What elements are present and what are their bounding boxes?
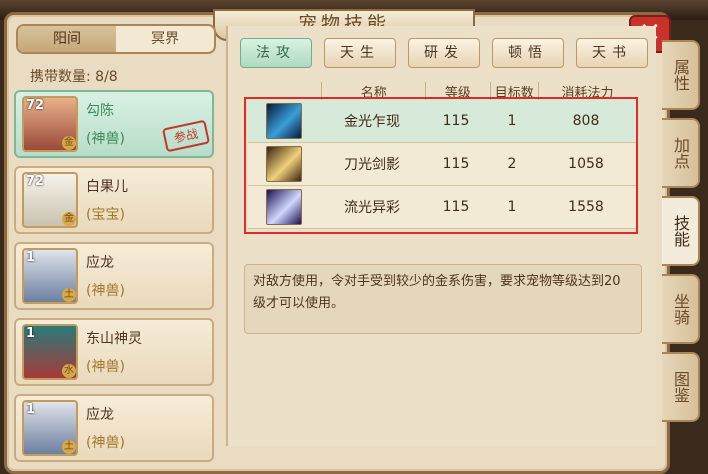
pet-name: 白果儿 <box>86 179 128 195</box>
side-tab-points[interactable]: 加点 <box>662 118 700 188</box>
element-badge: 金 <box>62 212 76 226</box>
pet-avatar: 72 金 <box>22 172 78 228</box>
skill-cost: 1558 <box>568 199 604 215</box>
pet-name: 东山神灵 <box>86 331 142 347</box>
pet-level: 72 <box>26 174 45 189</box>
pet-type: (宝宝) <box>86 207 125 223</box>
skill-tabs: 法攻 天生 研发 顿悟 天书 <box>240 38 648 68</box>
pet-name: 应龙 <box>86 255 114 271</box>
skill-targets: 2 <box>507 156 517 172</box>
element-badge: 水 <box>62 364 76 378</box>
tab-yanfa[interactable]: 研发 <box>408 38 480 68</box>
pet-item-3[interactable]: 1 土 应龙 (神兽) <box>14 242 214 310</box>
skill-level: 115 <box>442 113 470 129</box>
pet-level: 1 <box>26 402 36 417</box>
pet-item-5[interactable]: 1 土 应龙 (神兽) <box>14 394 214 462</box>
skill-row[interactable]: 金光乍现 115 1 808 <box>248 100 636 143</box>
pet-level: 72 <box>26 98 45 113</box>
pet-avatar: 1 土 <box>22 248 78 304</box>
header-level: 等级 <box>425 82 489 101</box>
flowing-light-icon <box>266 189 302 225</box>
skill-list: 金光乍现 115 1 808 刀光剑影 115 2 1058 流光异彩 115 … <box>248 100 636 229</box>
carry-label: 携带数量: <box>30 69 91 85</box>
pet-level: 1 <box>26 250 36 265</box>
pet-type: (神兽) <box>86 359 125 375</box>
skill-row[interactable]: 流光异彩 115 1 1558 <box>248 186 636 229</box>
realm-tabs: 阳间 冥界 <box>16 24 216 54</box>
pet-type: (神兽) <box>86 435 125 451</box>
skill-table-header: 名称 等级 目标数 消耗法力 <box>250 82 636 101</box>
skill-description: 对敌方使用，令对手受到较少的金系伤害，要求宠物等级达到20级才可以使用。 <box>244 264 642 334</box>
skill-name: 刀光剑影 <box>344 157 400 173</box>
skill-name: 金光乍现 <box>344 114 400 130</box>
tab-tiansheng[interactable]: 天生 <box>324 38 396 68</box>
tab-dunwu[interactable]: 顿悟 <box>492 38 564 68</box>
pet-name: 勾陈 <box>86 103 114 119</box>
skill-row[interactable]: 刀光剑影 115 2 1058 <box>248 143 636 186</box>
pet-item-1[interactable]: 72 金 勾陈 (神兽) 参战 <box>14 90 214 158</box>
pet-item-2[interactable]: 72 金 白果儿 (宝宝) <box>14 166 214 234</box>
side-tabs: 属性 加点 技能 坐骑 图鉴 <box>662 40 702 430</box>
skill-cost: 808 <box>572 113 600 129</box>
tab-tianshu[interactable]: 天书 <box>576 38 648 68</box>
blade-shadow-icon <box>266 146 302 182</box>
side-tab-mount[interactable]: 坐骑 <box>662 274 700 344</box>
pet-type: (神兽) <box>86 131 125 147</box>
pet-list: 72 金 勾陈 (神兽) 参战 72 金 白果儿 (宝宝) 1 土 应龙 (神兽… <box>14 90 214 470</box>
element-badge: 金 <box>62 136 76 150</box>
carry-value: 8/8 <box>95 69 118 85</box>
pet-avatar: 1 水 <box>22 324 78 380</box>
skill-level: 115 <box>442 156 470 172</box>
pet-item-4[interactable]: 1 水 东山神灵 (神兽) <box>14 318 214 386</box>
header-targets: 目标数 <box>489 82 539 101</box>
tab-mingjie[interactable]: 冥界 <box>116 26 214 52</box>
element-badge: 土 <box>62 288 76 302</box>
skill-targets: 1 <box>507 113 517 129</box>
skill-level: 115 <box>442 199 470 215</box>
pet-avatar: 72 金 <box>22 96 78 152</box>
sword-slash-icon <box>266 103 302 139</box>
side-tab-handbook[interactable]: 图鉴 <box>662 352 700 422</box>
pet-avatar: 1 土 <box>22 400 78 456</box>
skill-targets: 1 <box>507 199 517 215</box>
element-badge: 土 <box>62 440 76 454</box>
header-cost: 消耗法力 <box>538 82 636 101</box>
side-tab-skills[interactable]: 技能 <box>662 196 700 266</box>
side-tab-attributes[interactable]: 属性 <box>662 40 700 110</box>
pet-type: (神兽) <box>86 283 125 299</box>
pet-name: 应龙 <box>86 407 114 423</box>
tab-fagong[interactable]: 法攻 <box>240 38 312 68</box>
pet-level: 1 <box>26 326 36 341</box>
header-name: 名称 <box>321 82 425 101</box>
battle-stamp: 参战 <box>161 119 211 153</box>
skill-name: 流光异彩 <box>344 200 400 216</box>
tab-yangjian[interactable]: 阳间 <box>18 26 116 52</box>
skill-cost: 1058 <box>568 156 604 172</box>
carry-count: 携带数量: 8/8 <box>30 66 118 86</box>
